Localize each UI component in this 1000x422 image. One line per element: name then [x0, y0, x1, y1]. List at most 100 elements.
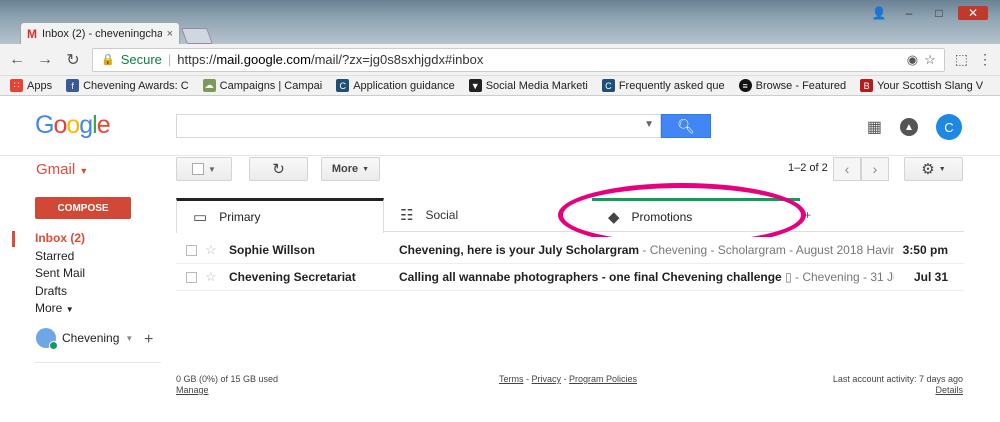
notifications-icon[interactable]: ▲: [900, 118, 918, 136]
hangouts-user[interactable]: Chevening ▼: [36, 328, 133, 350]
account-avatar[interactable]: C: [936, 114, 962, 140]
bookmark-item[interactable]: B Your Scottish Slang V: [860, 79, 983, 92]
bookmark-label: Chevening Awards: C: [83, 79, 189, 92]
new-tab-button[interactable]: [181, 28, 213, 44]
hangouts-user-name: Chevening: [62, 331, 120, 345]
account-activity: Last account activity: 7 days ago Detail…: [833, 374, 963, 396]
back-arrow-icon[interactable]: ←: [8, 51, 26, 69]
bookmark-label: Application guidance: [353, 79, 455, 92]
browser-tab[interactable]: M Inbox (2) - cheveningcha ×: [20, 22, 180, 44]
gmail-label[interactable]: Gmail ▼: [36, 161, 88, 178]
bookmark-item[interactable]: C Application guidance: [336, 79, 455, 92]
chevron-left-icon: ‹: [844, 161, 850, 177]
newer-page-button[interactable]: ›: [861, 157, 889, 181]
tab-title: Inbox (2) - cheveningcha: [42, 27, 162, 40]
more-button[interactable]: More ▼: [321, 157, 380, 181]
older-page-button[interactable]: ‹: [833, 157, 861, 181]
forward-arrow-icon[interactable]: →: [36, 51, 54, 69]
sidebar-item-sent-mail[interactable]: Sent Mail: [35, 265, 85, 283]
eye-icon[interactable]: ◉: [907, 52, 918, 68]
bookmark-item[interactable]: ▼ Social Media Marketi: [468, 79, 588, 92]
spotify-icon: ≡: [738, 79, 752, 92]
account-area: ▦ ▲ C: [867, 114, 962, 140]
bookmark-label: Apps: [27, 79, 53, 92]
sidebar-item-inbox[interactable]: Inbox (2): [35, 230, 85, 248]
sidebar-item-drafts[interactable]: Drafts: [35, 283, 85, 301]
c-icon: C: [601, 79, 615, 92]
close-window-icon[interactable]: ✕: [958, 6, 988, 20]
bookmark-apps[interactable]: ∷ Apps: [10, 79, 52, 92]
row-checkbox[interactable]: [186, 271, 197, 283]
c-icon: C: [336, 79, 350, 92]
star-icon[interactable]: ☆: [205, 269, 223, 285]
chevron-down-icon: ▼: [362, 165, 370, 173]
email-sender: Chevening Secretariat: [229, 270, 356, 284]
search-input[interactable]: ▼: [176, 114, 661, 138]
chevron-down-icon: ▼: [65, 305, 74, 314]
maximize-icon[interactable]: □: [928, 6, 950, 20]
user-icon[interactable]: 👤: [868, 6, 890, 20]
people-icon: ☷: [400, 207, 414, 224]
terms-link[interactable]: Terms: [499, 374, 524, 384]
avatar: [36, 328, 58, 350]
url-host: mail.google.com: [216, 52, 311, 67]
url-text: https://mail.google.com/mail/?zx=jg0s8sx…: [177, 52, 483, 67]
row-checkbox[interactable]: [186, 244, 197, 256]
refresh-button[interactable]: ↻: [249, 157, 308, 181]
bookmark-item[interactable]: C Frequently asked que: [601, 79, 725, 92]
tab-label: Primary: [219, 210, 261, 224]
bookmark-item[interactable]: ≡ Browse - Featured: [738, 79, 847, 92]
privacy-link[interactable]: Privacy: [532, 374, 562, 384]
bookmark-item[interactable]: f Chevening Awards: C: [66, 79, 189, 92]
more-label: More: [35, 301, 63, 315]
email-row[interactable]: ☆ Chevening Secretariat Calling all wann…: [176, 264, 964, 291]
manage-link[interactable]: Manage: [176, 385, 209, 395]
inbox-tray-icon: ▭: [193, 209, 208, 226]
gmail-header: Google ▼ 🔍︎ ▦ ▲ C: [0, 96, 1000, 156]
checkbox-icon: [192, 163, 205, 175]
active-nav-marker: [12, 231, 15, 247]
bookmark-item[interactable]: ☁ Campaigns | Campai: [202, 79, 322, 92]
sidebar-item-more[interactable]: More ▼: [35, 300, 85, 319]
email-subject-line: Chevening, here is your July Scholargram…: [399, 243, 894, 257]
email-snippet: ▯ - Chevening - 31 July 2018: [785, 270, 894, 284]
pocket-icon[interactable]: ⬚: [955, 51, 968, 68]
url-prefix: https://: [177, 52, 217, 67]
menu-dots-icon[interactable]: ⋮: [978, 51, 992, 68]
bookmark-icon: ▼: [468, 79, 482, 92]
details-link[interactable]: Details: [935, 385, 963, 395]
footer-links: Terms - Privacy - Program Policies: [499, 374, 638, 384]
tab-label: Social: [425, 208, 459, 222]
bookmark-star-icon[interactable]: ☆: [924, 52, 936, 68]
address-bar[interactable]: 🔒 Secure | https://mail.google.com/mail/…: [92, 47, 945, 72]
new-conversation-plus-icon[interactable]: +: [144, 331, 153, 349]
bookmark-label: Social Media Marketi: [485, 79, 588, 92]
refresh-icon: ↻: [272, 161, 285, 178]
search-button[interactable]: 🔍︎: [661, 114, 711, 138]
star-icon[interactable]: ☆: [205, 242, 223, 258]
program-policies-link[interactable]: Program Policies: [569, 374, 637, 384]
google-logo[interactable]: Google: [35, 111, 111, 140]
last-activity-text: Last account activity: 7 days ago: [832, 374, 963, 384]
apps-grid-icon: ∷: [10, 79, 23, 92]
email-row[interactable]: ☆ Sophie Willson Chevening, here is your…: [176, 237, 964, 264]
tab-primary[interactable]: ▭ Primary: [176, 198, 384, 233]
browser-toolbar: ← → ↻ 🔒 Secure | https://mail.google.com…: [0, 44, 1000, 76]
search-icon: 🔍︎: [677, 117, 695, 134]
chevron-right-icon: ›: [872, 161, 878, 177]
email-date: 3:50 pm: [902, 243, 948, 257]
sidebar-item-starred[interactable]: Starred: [35, 248, 85, 266]
apps-grid-icon[interactable]: ▦: [867, 117, 882, 137]
bookmark-label: Your Scottish Slang V: [877, 79, 984, 92]
settings-button[interactable]: ⚙ ▼: [904, 157, 963, 181]
select-checkbox-button[interactable]: ▼: [176, 157, 232, 181]
reload-icon[interactable]: ↻: [64, 50, 82, 70]
search-options-icon[interactable]: ▼: [644, 119, 654, 130]
lock-icon: 🔒: [101, 54, 115, 66]
url-path: /mail/?zx=jg0s8sxhjgdx#inbox: [310, 52, 484, 67]
bookmark-label: Browse - Featured: [755, 79, 847, 92]
tab-close-icon[interactable]: ×: [167, 28, 173, 40]
minimize-icon[interactable]: –: [898, 6, 920, 20]
compose-button[interactable]: COMPOSE: [35, 197, 131, 219]
chevron-down-icon: ▼: [938, 165, 946, 173]
